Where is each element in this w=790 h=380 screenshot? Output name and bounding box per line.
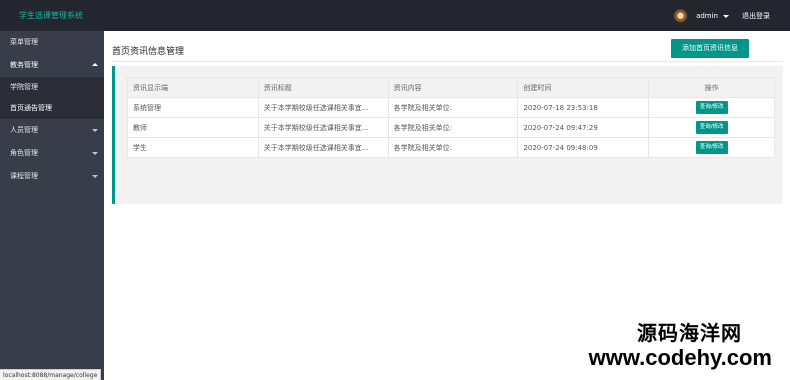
- table-row: 系统管理 关于本学期校级任选课相关事宜... 各学院及相关单位: 2020-07…: [127, 97, 775, 118]
- watermark: 源码海洋网 www.codehy.com: [589, 321, 772, 371]
- cell-action: 查询/修改: [648, 117, 775, 138]
- view-edit-button[interactable]: 查询/修改: [695, 121, 728, 134]
- cell-content: 各学院及相关单位:: [387, 137, 519, 158]
- sidebar-item-college[interactable]: 学院管理: [0, 77, 104, 98]
- page-title: 首页资讯信息管理: [112, 47, 185, 57]
- view-edit-button[interactable]: 查询/修改: [695, 101, 728, 114]
- news-table: 资讯显示端 资讯标题 资讯内容 创建时间 操作 系统管理 关于本学期校级任选课相…: [127, 77, 775, 158]
- sidebar-item-label: 菜单管理: [10, 38, 38, 46]
- divider: [112, 61, 783, 62]
- sidebar-item-personnel[interactable]: 人员管理: [0, 119, 104, 142]
- cell-display: 系统管理: [127, 97, 259, 118]
- sidebar-item-label: 人员管理: [10, 126, 38, 134]
- chevron-down-icon[interactable]: [723, 14, 729, 18]
- top-bar: 学生选课管理系统 admin 退出登录: [0, 0, 790, 31]
- cell-title: 关于本学期校级任选课相关事宜...: [257, 117, 389, 138]
- watermark-url: www.codehy.com: [588, 345, 772, 370]
- cell-created: 2020-07-24 09:48:09: [517, 137, 650, 158]
- sidebar-item-label: 课程管理: [10, 172, 38, 180]
- sidebar-item-notice[interactable]: 首页通告管理: [0, 98, 104, 119]
- cell-title: 关于本学期校级任选课相关事宜...: [257, 137, 389, 158]
- avatar[interactable]: [673, 8, 689, 24]
- sidebar-item-courses[interactable]: 课程管理: [0, 165, 104, 188]
- add-news-button[interactable]: 添加首页资讯信息: [671, 39, 749, 58]
- column-header-action: 操作: [648, 77, 775, 98]
- cell-display: 学生: [127, 137, 259, 158]
- column-header-created: 创建时间: [517, 77, 650, 98]
- sidebar-item-label: 角色管理: [10, 149, 38, 157]
- cell-content: 各学院及相关单位:: [387, 97, 519, 118]
- cell-content: 各学院及相关单位:: [387, 117, 519, 138]
- app-title: 学生选课管理系统: [19, 11, 83, 20]
- table-panel: 资讯显示端 资讯标题 资讯内容 创建时间 操作 系统管理 关于本学期校级任选课相…: [112, 66, 783, 204]
- username[interactable]: admin: [696, 12, 718, 20]
- sidebar-subnav: 学院管理 首页通告管理: [0, 77, 104, 119]
- column-header-title: 资讯标题: [257, 77, 389, 98]
- cell-action: 查询/修改: [648, 97, 775, 118]
- table-row: 学生 关于本学期校级任选课相关事宜... 各学院及相关单位: 2020-07-2…: [127, 137, 775, 158]
- logout-link[interactable]: 退出登录: [742, 11, 770, 21]
- cell-display: 教师: [127, 117, 259, 138]
- sidebar-item-menu[interactable]: 菜单管理: [0, 31, 104, 54]
- user-menu[interactable]: admin 退出登录: [673, 8, 770, 24]
- cell-action: 查询/修改: [648, 137, 775, 158]
- sidebar: 菜单管理 教务管理 学院管理 首页通告管理 人员管理 角色管理 课程管理: [0, 31, 104, 380]
- cell-title: 关于本学期校级任选课相关事宜...: [257, 97, 389, 118]
- chevron-down-icon: [92, 152, 98, 155]
- table-header-row: 资讯显示端 资讯标题 资讯内容 创建时间 操作: [127, 77, 775, 98]
- watermark-text: 源码海洋网: [637, 321, 742, 345]
- view-edit-button[interactable]: 查询/修改: [695, 141, 728, 154]
- column-header-content: 资讯内容: [387, 77, 519, 98]
- chevron-down-icon: [92, 175, 98, 178]
- cell-created: 2020-07-18 23:53:18: [517, 97, 650, 118]
- sidebar-item-label: 首页通告管理: [10, 104, 52, 112]
- cell-created: 2020-07-24 09:47:29: [517, 117, 650, 138]
- sidebar-item-label: 学院管理: [10, 83, 38, 91]
- sidebar-item-roles[interactable]: 角色管理: [0, 142, 104, 165]
- column-header-display: 资讯显示端: [127, 77, 259, 98]
- table-row: 教师 关于本学期校级任选课相关事宜... 各学院及相关单位: 2020-07-2…: [127, 117, 775, 138]
- status-bar-url: localhost:8088/manage/college: [0, 369, 102, 380]
- chevron-up-icon: [92, 63, 98, 66]
- chevron-down-icon: [92, 129, 98, 132]
- sidebar-item-label: 教务管理: [10, 61, 38, 69]
- sidebar-item-academic[interactable]: 教务管理: [0, 54, 104, 77]
